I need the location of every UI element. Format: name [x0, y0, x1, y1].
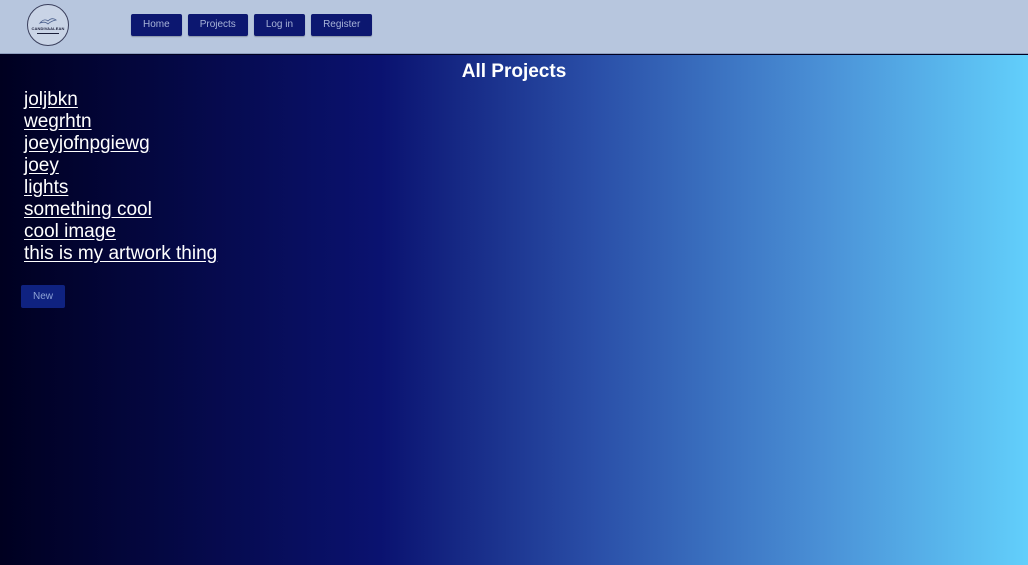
list-item: something cool — [24, 199, 217, 221]
list-item: this is my artwork thing — [24, 243, 217, 265]
page-title: All Projects — [461, 61, 567, 82]
site-logo[interactable]: CANDIVAALEAN — [27, 4, 69, 46]
nav-login-button[interactable]: Log in — [253, 14, 306, 36]
nav-register-button[interactable]: Register — [311, 14, 373, 36]
logo-bird-icon — [38, 18, 57, 25]
main-nav: Home Projects Log in Register — [131, 14, 373, 36]
site-header: CANDIVAALEAN Home Projects Log in Regist… — [0, 0, 1028, 54]
main-content: All Projects joljbkn wegrhtn joeyjofnpgi… — [0, 55, 1028, 565]
list-item: joljbkn — [24, 89, 217, 111]
project-link[interactable]: this is my artwork thing — [24, 243, 217, 264]
list-item: wegrhtn — [24, 111, 217, 133]
project-link[interactable]: joeyjofnpgiewg — [24, 133, 150, 154]
logo-text: CANDIVAALEAN — [31, 26, 65, 32]
list-item: lights — [24, 177, 217, 199]
project-link[interactable]: cool image — [24, 221, 116, 242]
nav-projects-button[interactable]: Projects — [187, 14, 248, 36]
project-link[interactable]: joljbkn — [24, 89, 78, 110]
project-link[interactable]: wegrhtn — [24, 111, 92, 132]
project-link[interactable]: joey — [24, 155, 59, 176]
new-project-button[interactable]: New — [21, 285, 66, 308]
project-link[interactable]: something cool — [24, 199, 152, 220]
logo-underline — [37, 32, 59, 34]
nav-home-button[interactable]: Home — [131, 14, 182, 36]
project-list: joljbkn wegrhtn joeyjofnpgiewg joey ligh… — [24, 89, 217, 265]
list-item: joey — [24, 155, 217, 177]
list-item: cool image — [24, 221, 217, 243]
list-item: joeyjofnpgiewg — [24, 133, 217, 155]
project-link[interactable]: lights — [24, 177, 68, 198]
